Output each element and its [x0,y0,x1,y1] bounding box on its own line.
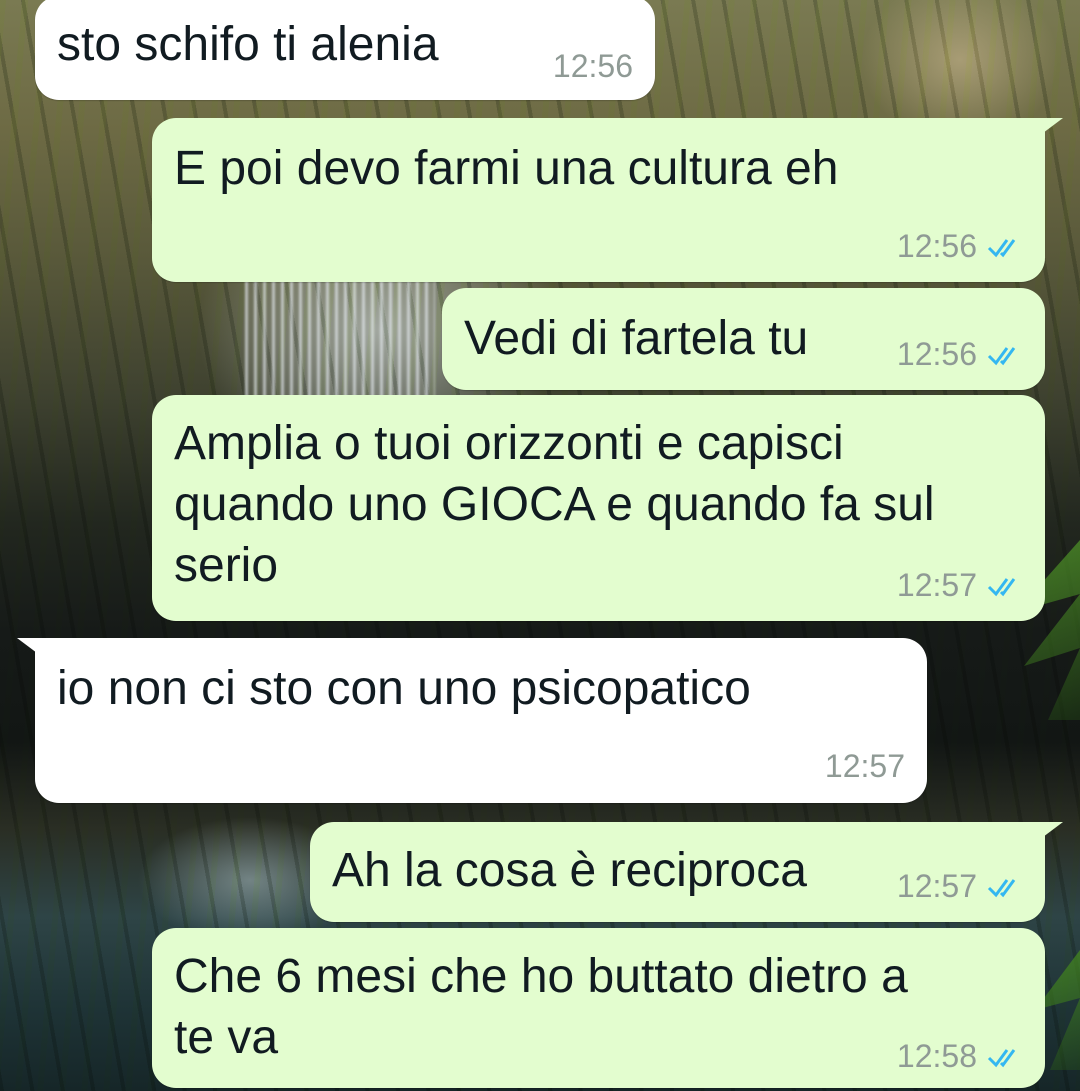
message-bubble-outgoing[interactable]: Amplia o tuoi orizzonti e capisci quando… [152,395,1045,621]
message-meta: 12:57 [897,868,1023,905]
message-meta: 12:56 [553,48,633,85]
message-meta: 12:58 [897,1038,1023,1075]
message-bubble-outgoing[interactable]: Ah la cosa è reciproca 12:57 [310,822,1045,922]
message-time: 12:56 [896,228,977,264]
message-bubble-outgoing[interactable]: E poi devo farmi una cultura eh 12:56 [152,118,1045,282]
message-time: 12:56 [896,336,977,372]
message-bubble-incoming[interactable]: sto schifo ti alenia 12:56 [35,0,655,100]
read-ticks-icon [987,1048,1016,1067]
message-bubble-incoming[interactable]: io non ci sto con uno psicopatico 12:57 [35,638,927,803]
message-text: Amplia o tuoi orizzonti e capisci quando… [174,417,935,592]
message-text: E poi devo farmi una cultura eh [174,142,839,195]
read-ticks-icon [987,238,1016,257]
message-text: sto schifo ti alenia [57,18,439,71]
message-text: Ah la cosa è reciproca [332,844,807,897]
read-ticks-icon [987,577,1016,596]
message-bubble-outgoing[interactable]: Vedi di fartela tu 12:56 [442,288,1045,390]
wallpaper-waterfall [245,280,435,400]
message-bubble-outgoing[interactable]: Che 6 mesi che ho buttato dietro a te va… [152,928,1045,1088]
message-time: 12:57 [896,868,977,904]
message-text: Che 6 mesi che ho buttato dietro a te va [174,950,908,1064]
read-ticks-icon [987,878,1016,897]
read-ticks-icon [987,346,1016,365]
message-time: 12:56 [552,48,633,84]
message-text: Vedi di fartela tu [464,312,809,365]
message-meta: 12:56 [897,336,1023,373]
message-text: io non ci sto con uno psicopatico [57,662,751,715]
message-meta: 12:57 [897,567,1023,604]
message-meta: 12:56 [897,228,1023,265]
message-time: 12:58 [896,1038,977,1074]
message-time: 12:57 [896,567,977,603]
message-meta: 12:57 [825,748,905,785]
message-time: 12:57 [824,748,905,784]
